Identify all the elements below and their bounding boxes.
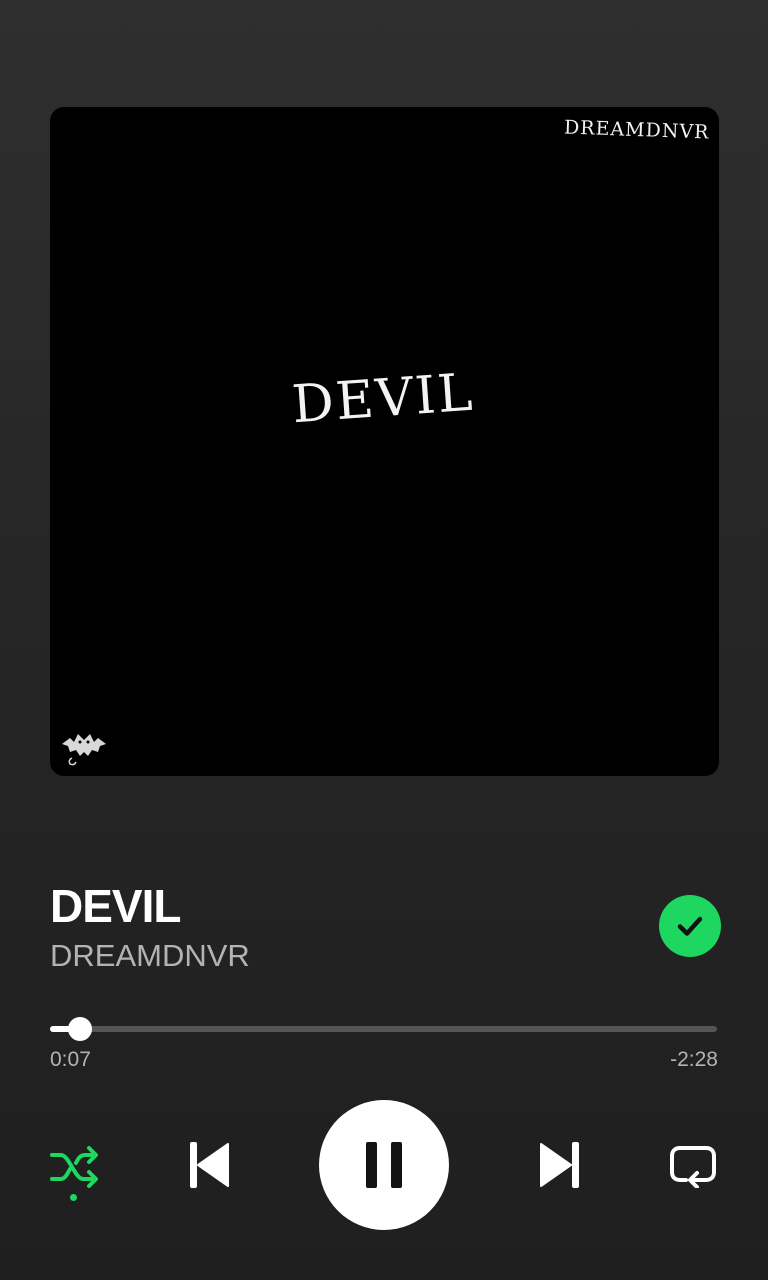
track-title[interactable]: DEVIL — [50, 878, 181, 934]
skip-previous-icon — [190, 1142, 229, 1188]
skip-next-icon — [540, 1142, 579, 1188]
next-track-button[interactable] — [531, 1134, 591, 1196]
shuffle-icon — [50, 1146, 98, 1188]
play-pause-button[interactable] — [319, 1100, 449, 1230]
artwork-brand-text: DREAMDNVR — [563, 116, 710, 144]
check-icon — [677, 916, 703, 936]
bat-logo-icon — [62, 734, 106, 766]
artwork-title-text: DEVIL — [290, 362, 477, 436]
elapsed-time: 0:07 — [50, 1048, 91, 1071]
progress-bar[interactable] — [50, 1017, 717, 1041]
album-artwork: DREAMDNVR DEVIL — [50, 107, 719, 776]
track-artist[interactable]: DREAMDNVR — [50, 936, 250, 976]
repeat-icon — [670, 1146, 716, 1188]
pause-icon — [366, 1142, 402, 1188]
remaining-time: -2:28 — [670, 1048, 718, 1071]
saved-to-library-button[interactable] — [659, 895, 721, 957]
shuffle-button[interactable] — [46, 1138, 104, 1196]
progress-handle[interactable] — [68, 1017, 92, 1041]
previous-track-button[interactable] — [178, 1134, 238, 1196]
shuffle-active-indicator — [70, 1194, 77, 1201]
repeat-button[interactable] — [664, 1136, 722, 1194]
